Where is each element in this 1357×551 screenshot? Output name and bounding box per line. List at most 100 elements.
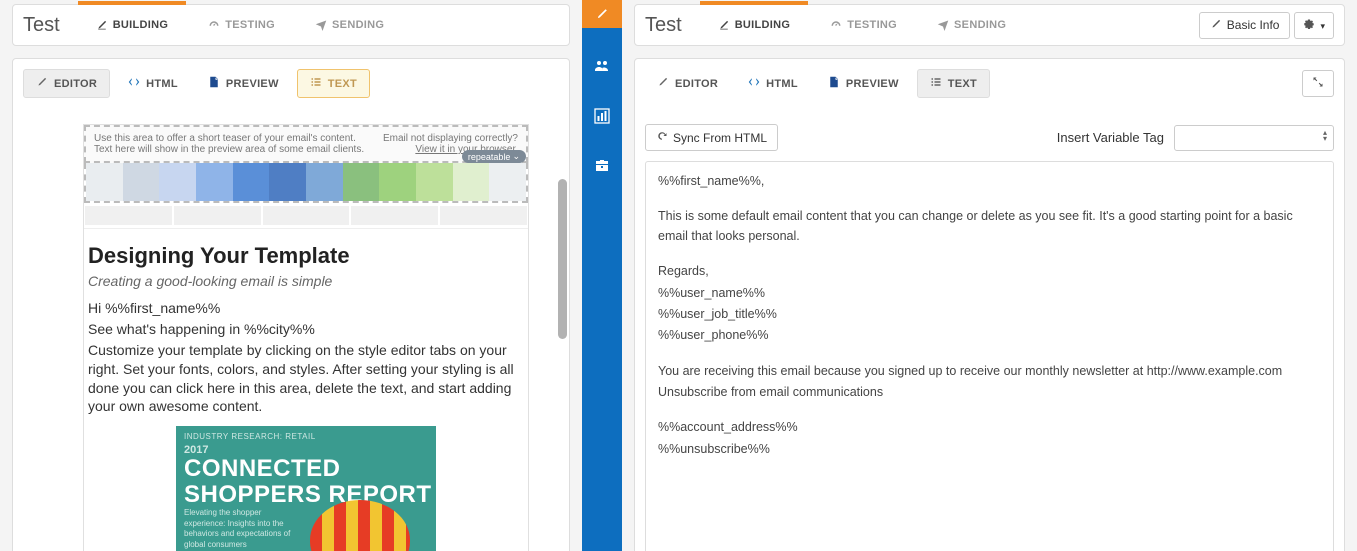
editor-tab-preview[interactable]: PREVIEW (196, 70, 291, 97)
basic-info-button[interactable]: Basic Info (1199, 12, 1291, 39)
etab-label: PREVIEW (226, 78, 279, 90)
text-line: %%user_job_title%% (658, 305, 1321, 324)
left-pane: Test BUILDING TESTING (0, 0, 582, 551)
pencil-icon (657, 76, 669, 91)
list-icon (930, 76, 942, 91)
editor-tab-editor[interactable]: EDITOR (23, 69, 110, 98)
text-line: %%first_name%%, (658, 172, 1321, 191)
tab-label: BUILDING (113, 19, 169, 31)
content-paragraph: Customize your template by clicking on t… (88, 341, 524, 417)
pencil-icon (1210, 18, 1222, 33)
etab-label: HTML (766, 78, 798, 90)
tab-building[interactable]: BUILDING (700, 5, 809, 45)
text-line: %%user_name%% (658, 284, 1321, 303)
left-editor-panel: EDITOR HTML PREVIEW (12, 58, 570, 551)
file-icon (208, 76, 220, 91)
repeatable-badge[interactable]: repeatable ⌄ (462, 150, 526, 163)
right-editor-panel: EDITOR HTML PREVIEW (634, 58, 1345, 551)
editor-tab-text[interactable]: TEXT (917, 69, 990, 98)
rail-edit-button[interactable] (582, 0, 622, 28)
variable-tag-select[interactable]: ▴▾ (1174, 125, 1334, 151)
select-stepper-icon: ▴▾ (1323, 130, 1327, 143)
etab-label: HTML (146, 78, 178, 90)
tab-label: SENDING (332, 19, 384, 31)
expand-icon (1312, 76, 1324, 91)
content-line1: Hi %%first_name%% (88, 299, 524, 318)
send-icon (937, 19, 949, 31)
editor-tab-text[interactable]: TEXT (297, 69, 370, 98)
gauge-icon (208, 19, 220, 31)
content-line2: See what's happening in %%city%% (88, 320, 524, 339)
editor-tab-editor[interactable]: EDITOR (645, 70, 730, 97)
pixel-header[interactable] (84, 163, 528, 203)
etab-label: TEXT (948, 78, 977, 90)
chart-icon[interactable] (590, 104, 614, 132)
header-actions: Basic Info (1199, 12, 1334, 39)
chevron-down-icon: ⌄ (512, 151, 520, 162)
text-line: You are receiving this email because you… (658, 362, 1321, 381)
content-subtitle: Creating a good-looking email is simple (88, 273, 524, 289)
expand-button[interactable] (1302, 70, 1334, 97)
teaser-line1: Email not displaying correctly? (383, 133, 518, 144)
teaser-text: Use this area to offer a short teaser of… (94, 133, 373, 155)
content-heading: Designing Your Template (88, 243, 524, 269)
tab-label: SENDING (954, 19, 1006, 31)
repeatable-label: repeatable (468, 152, 511, 162)
file-icon (828, 76, 840, 91)
editor-tab-html[interactable]: HTML (736, 70, 810, 97)
variable-tag-label: Insert Variable Tag (1057, 130, 1164, 145)
content-block[interactable]: Designing Your Template Creating a good-… (84, 229, 528, 551)
scrollbar[interactable] (558, 179, 567, 339)
editor-tab-preview[interactable]: PREVIEW (816, 70, 911, 97)
code-icon (748, 76, 760, 91)
tab-label: BUILDING (735, 19, 791, 31)
pencil-icon (36, 76, 48, 91)
list-icon (310, 76, 322, 91)
spacer-row (84, 203, 528, 229)
text-line: This is some default email content that … (658, 207, 1321, 246)
text-line: %%user_phone%% (658, 326, 1321, 345)
editor-tabs-left: EDITOR HTML PREVIEW (23, 69, 559, 98)
tab-building[interactable]: BUILDING (78, 5, 187, 45)
etab-label: PREVIEW (846, 78, 899, 90)
step-tabs-left: BUILDING TESTING SENDING (78, 5, 559, 45)
page-title-right: Test (645, 14, 700, 37)
settings-dropdown[interactable] (1294, 12, 1334, 39)
tab-label: TESTING (225, 19, 275, 31)
sync-row: Sync From HTML Insert Variable Tag ▴▾ (645, 124, 1334, 151)
sync-from-html-button[interactable]: Sync From HTML (645, 124, 778, 151)
editor-tabs-right: EDITOR HTML PREVIEW (645, 69, 1334, 98)
edit-icon (718, 19, 730, 31)
send-icon (315, 19, 327, 31)
teaser-row[interactable]: Use this area to offer a short teaser of… (84, 125, 528, 163)
refresh-icon (656, 130, 668, 145)
text-line: Unsubscribe from email communications (658, 383, 1321, 402)
briefcase-icon[interactable] (590, 154, 614, 182)
code-icon (128, 76, 140, 91)
people-icon[interactable] (590, 54, 614, 82)
step-tabs-right: BUILDING TESTING SENDING (700, 5, 1199, 45)
editor-tab-html[interactable]: HTML (116, 70, 190, 97)
text-editor[interactable]: %%first_name%%, This is some default ema… (645, 161, 1334, 551)
illustration: INDUSTRY RESEARCH: RETAIL 2017 CONNECTED… (176, 426, 436, 551)
tab-sending[interactable]: SENDING (919, 5, 1024, 45)
gear-icon (1303, 18, 1315, 33)
tab-sending[interactable]: SENDING (297, 5, 402, 45)
sidebar-rail (582, 0, 622, 551)
left-header: Test BUILDING TESTING (12, 4, 570, 46)
text-line: %%unsubscribe%% (658, 440, 1321, 459)
email-preview: Use this area to offer a short teaser of… (83, 124, 529, 551)
illus-subtitle: Elevating the shopper experience: Insigh… (184, 508, 304, 550)
tab-testing[interactable]: TESTING (812, 5, 915, 45)
gauge-icon (830, 19, 842, 31)
illus-title: CONNECTED SHOPPERS REPORT (184, 456, 432, 506)
pencil-icon (595, 7, 609, 21)
tab-testing[interactable]: TESTING (190, 5, 293, 45)
edit-icon (96, 19, 108, 31)
page-title-left: Test (23, 14, 78, 37)
right-pane: Test BUILDING TESTING (622, 0, 1357, 551)
illus-eyebrow: INDUSTRY RESEARCH: RETAIL (184, 432, 316, 441)
text-line: Regards, (658, 262, 1321, 281)
right-header: Test BUILDING TESTING (634, 4, 1345, 46)
etab-label: EDITOR (54, 78, 97, 90)
